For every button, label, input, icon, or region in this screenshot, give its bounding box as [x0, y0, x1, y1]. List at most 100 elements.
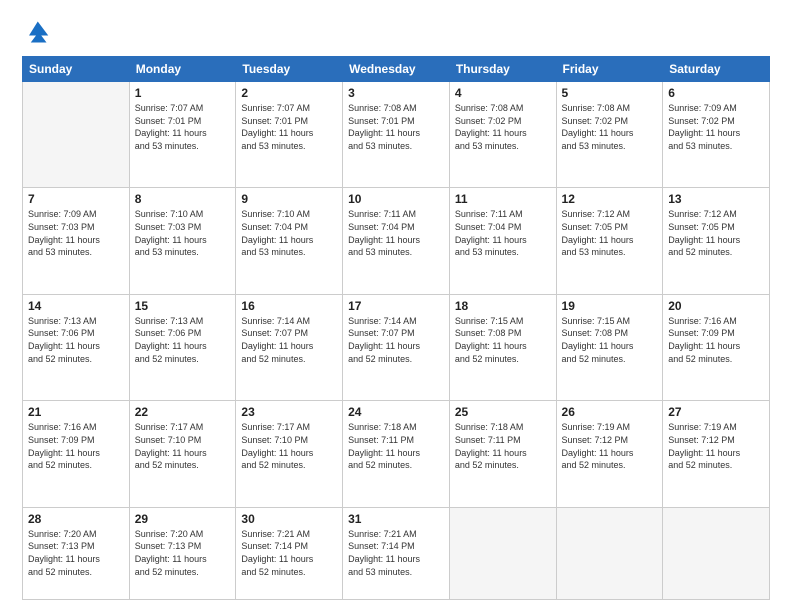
day-number: 15	[135, 299, 231, 313]
day-info: Sunrise: 7:14 AMSunset: 7:07 PMDaylight:…	[241, 315, 337, 365]
day-number: 18	[455, 299, 551, 313]
calendar-cell	[556, 507, 663, 599]
day-number: 20	[668, 299, 764, 313]
calendar-cell: 17Sunrise: 7:14 AMSunset: 7:07 PMDayligh…	[343, 294, 450, 400]
day-number: 24	[348, 405, 444, 419]
weekday-header-friday: Friday	[556, 57, 663, 82]
calendar-cell: 9Sunrise: 7:10 AMSunset: 7:04 PMDaylight…	[236, 188, 343, 294]
day-info: Sunrise: 7:17 AMSunset: 7:10 PMDaylight:…	[135, 421, 231, 471]
day-number: 13	[668, 192, 764, 206]
day-info: Sunrise: 7:19 AMSunset: 7:12 PMDaylight:…	[668, 421, 764, 471]
calendar-header: SundayMondayTuesdayWednesdayThursdayFrid…	[23, 57, 770, 82]
logo	[22, 18, 54, 46]
calendar-cell: 12Sunrise: 7:12 AMSunset: 7:05 PMDayligh…	[556, 188, 663, 294]
calendar-body: 1 Sunrise: 7:07 AMSunset: 7:01 PMDaylight…	[23, 82, 770, 600]
calendar-cell: 13 Sunrise: 7:12 AMSunset: 7:05 PMDayligh…	[663, 188, 770, 294]
calendar-cell: 8Sunrise: 7:10 AMSunset: 7:03 PMDaylight…	[129, 188, 236, 294]
calendar-week-1: 1 Sunrise: 7:07 AMSunset: 7:01 PMDaylight…	[23, 82, 770, 188]
calendar-cell: 7 Sunrise: 7:09 AMSunset: 7:03 PMDaylight…	[23, 188, 130, 294]
day-info: Sunrise: 7:07 AMSunset: 7:01 PMDaylight:…	[241, 102, 337, 152]
day-number: 6	[668, 86, 764, 100]
calendar-cell: 20Sunrise: 7:16 AMSunset: 7:09 PMDayligh…	[663, 294, 770, 400]
day-info: Sunrise: 7:18 AMSunset: 7:11 PMDaylight:…	[455, 421, 551, 471]
calendar-week-3: 14Sunrise: 7:13 AMSunset: 7:06 PMDayligh…	[23, 294, 770, 400]
day-info: Sunrise: 7:14 AMSunset: 7:07 PMDaylight:…	[348, 315, 444, 365]
calendar-cell: 25Sunrise: 7:18 AMSunset: 7:11 PMDayligh…	[449, 401, 556, 507]
day-number: 3	[348, 86, 444, 100]
day-number: 22	[135, 405, 231, 419]
day-info: Sunrise: 7:13 AMSunset: 7:06 PMDaylight:…	[135, 315, 231, 365]
day-number: 30	[241, 512, 337, 526]
weekday-header-thursday: Thursday	[449, 57, 556, 82]
calendar-cell: 27Sunrise: 7:19 AMSunset: 7:12 PMDayligh…	[663, 401, 770, 507]
day-number: 23	[241, 405, 337, 419]
day-info: Sunrise: 7:21 AMSunset: 7:14 PMDaylight:…	[348, 528, 444, 578]
calendar-week-4: 21Sunrise: 7:16 AMSunset: 7:09 PMDayligh…	[23, 401, 770, 507]
weekday-header-saturday: Saturday	[663, 57, 770, 82]
day-info: Sunrise: 7:18 AMSunset: 7:11 PMDaylight:…	[348, 421, 444, 471]
day-number: 5	[562, 86, 658, 100]
calendar: SundayMondayTuesdayWednesdayThursdayFrid…	[22, 56, 770, 600]
day-info: Sunrise: 7:09 AMSunset: 7:03 PMDaylight:…	[28, 208, 124, 258]
calendar-week-5: 28 Sunrise: 7:20 AMSunset: 7:13 PMDayligh…	[23, 507, 770, 599]
day-info: Sunrise: 7:16 AMSunset: 7:09 PMDaylight:…	[28, 421, 124, 471]
calendar-cell: 3 Sunrise: 7:08 AMSunset: 7:01 PMDaylight…	[343, 82, 450, 188]
calendar-cell: 21Sunrise: 7:16 AMSunset: 7:09 PMDayligh…	[23, 401, 130, 507]
calendar-cell: 23 Sunrise: 7:17 AMSunset: 7:10 PMDayligh…	[236, 401, 343, 507]
weekday-header-wednesday: Wednesday	[343, 57, 450, 82]
weekday-row: SundayMondayTuesdayWednesdayThursdayFrid…	[23, 57, 770, 82]
day-number: 8	[135, 192, 231, 206]
day-info: Sunrise: 7:12 AMSunset: 7:05 PMDaylight:…	[668, 208, 764, 258]
day-number: 12	[562, 192, 658, 206]
calendar-cell: 19Sunrise: 7:15 AMSunset: 7:08 PMDayligh…	[556, 294, 663, 400]
weekday-header-monday: Monday	[129, 57, 236, 82]
calendar-cell: 26Sunrise: 7:19 AMSunset: 7:12 PMDayligh…	[556, 401, 663, 507]
day-info: Sunrise: 7:08 AMSunset: 7:02 PMDaylight:…	[562, 102, 658, 152]
day-number: 7	[28, 192, 124, 206]
calendar-cell: 24 Sunrise: 7:18 AMSunset: 7:11 PMDayligh…	[343, 401, 450, 507]
day-number: 4	[455, 86, 551, 100]
day-info: Sunrise: 7:07 AMSunset: 7:01 PMDaylight:…	[135, 102, 231, 152]
calendar-cell	[23, 82, 130, 188]
day-number: 29	[135, 512, 231, 526]
calendar-cell: 2 Sunrise: 7:07 AMSunset: 7:01 PMDaylight…	[236, 82, 343, 188]
calendar-cell: 29 Sunrise: 7:20 AMSunset: 7:13 PMDayligh…	[129, 507, 236, 599]
header	[22, 18, 770, 46]
day-info: Sunrise: 7:21 AMSunset: 7:14 PMDaylight:…	[241, 528, 337, 578]
logo-icon	[22, 18, 50, 46]
day-info: Sunrise: 7:13 AMSunset: 7:06 PMDaylight:…	[28, 315, 124, 365]
calendar-cell: 6 Sunrise: 7:09 AMSunset: 7:02 PMDaylight…	[663, 82, 770, 188]
day-number: 11	[455, 192, 551, 206]
calendar-cell: 4Sunrise: 7:08 AMSunset: 7:02 PMDaylight…	[449, 82, 556, 188]
day-number: 31	[348, 512, 444, 526]
day-info: Sunrise: 7:15 AMSunset: 7:08 PMDaylight:…	[455, 315, 551, 365]
day-info: Sunrise: 7:17 AMSunset: 7:10 PMDaylight:…	[241, 421, 337, 471]
calendar-cell: 5 Sunrise: 7:08 AMSunset: 7:02 PMDaylight…	[556, 82, 663, 188]
day-info: Sunrise: 7:11 AMSunset: 7:04 PMDaylight:…	[348, 208, 444, 258]
day-number: 9	[241, 192, 337, 206]
day-info: Sunrise: 7:19 AMSunset: 7:12 PMDaylight:…	[562, 421, 658, 471]
day-info: Sunrise: 7:20 AMSunset: 7:13 PMDaylight:…	[28, 528, 124, 578]
calendar-cell: 28 Sunrise: 7:20 AMSunset: 7:13 PMDayligh…	[23, 507, 130, 599]
calendar-cell: 30 Sunrise: 7:21 AMSunset: 7:14 PMDayligh…	[236, 507, 343, 599]
day-number: 28	[28, 512, 124, 526]
day-info: Sunrise: 7:20 AMSunset: 7:13 PMDaylight:…	[135, 528, 231, 578]
calendar-cell: 22 Sunrise: 7:17 AMSunset: 7:10 PMDayligh…	[129, 401, 236, 507]
calendar-cell: 18 Sunrise: 7:15 AMSunset: 7:08 PMDayligh…	[449, 294, 556, 400]
day-number: 1	[135, 86, 231, 100]
day-info: Sunrise: 7:09 AMSunset: 7:02 PMDaylight:…	[668, 102, 764, 152]
calendar-cell: 10Sunrise: 7:11 AMSunset: 7:04 PMDayligh…	[343, 188, 450, 294]
calendar-week-2: 7 Sunrise: 7:09 AMSunset: 7:03 PMDaylight…	[23, 188, 770, 294]
day-number: 16	[241, 299, 337, 313]
day-info: Sunrise: 7:15 AMSunset: 7:08 PMDaylight:…	[562, 315, 658, 365]
day-info: Sunrise: 7:11 AMSunset: 7:04 PMDaylight:…	[455, 208, 551, 258]
weekday-header-sunday: Sunday	[23, 57, 130, 82]
calendar-cell: 31 Sunrise: 7:21 AMSunset: 7:14 PMDayligh…	[343, 507, 450, 599]
calendar-cell: 11 Sunrise: 7:11 AMSunset: 7:04 PMDayligh…	[449, 188, 556, 294]
day-info: Sunrise: 7:08 AMSunset: 7:01 PMDaylight:…	[348, 102, 444, 152]
calendar-cell: 15 Sunrise: 7:13 AMSunset: 7:06 PMDayligh…	[129, 294, 236, 400]
day-number: 2	[241, 86, 337, 100]
calendar-cell: 16 Sunrise: 7:14 AMSunset: 7:07 PMDayligh…	[236, 294, 343, 400]
calendar-cell: 1 Sunrise: 7:07 AMSunset: 7:01 PMDaylight…	[129, 82, 236, 188]
calendar-cell	[663, 507, 770, 599]
